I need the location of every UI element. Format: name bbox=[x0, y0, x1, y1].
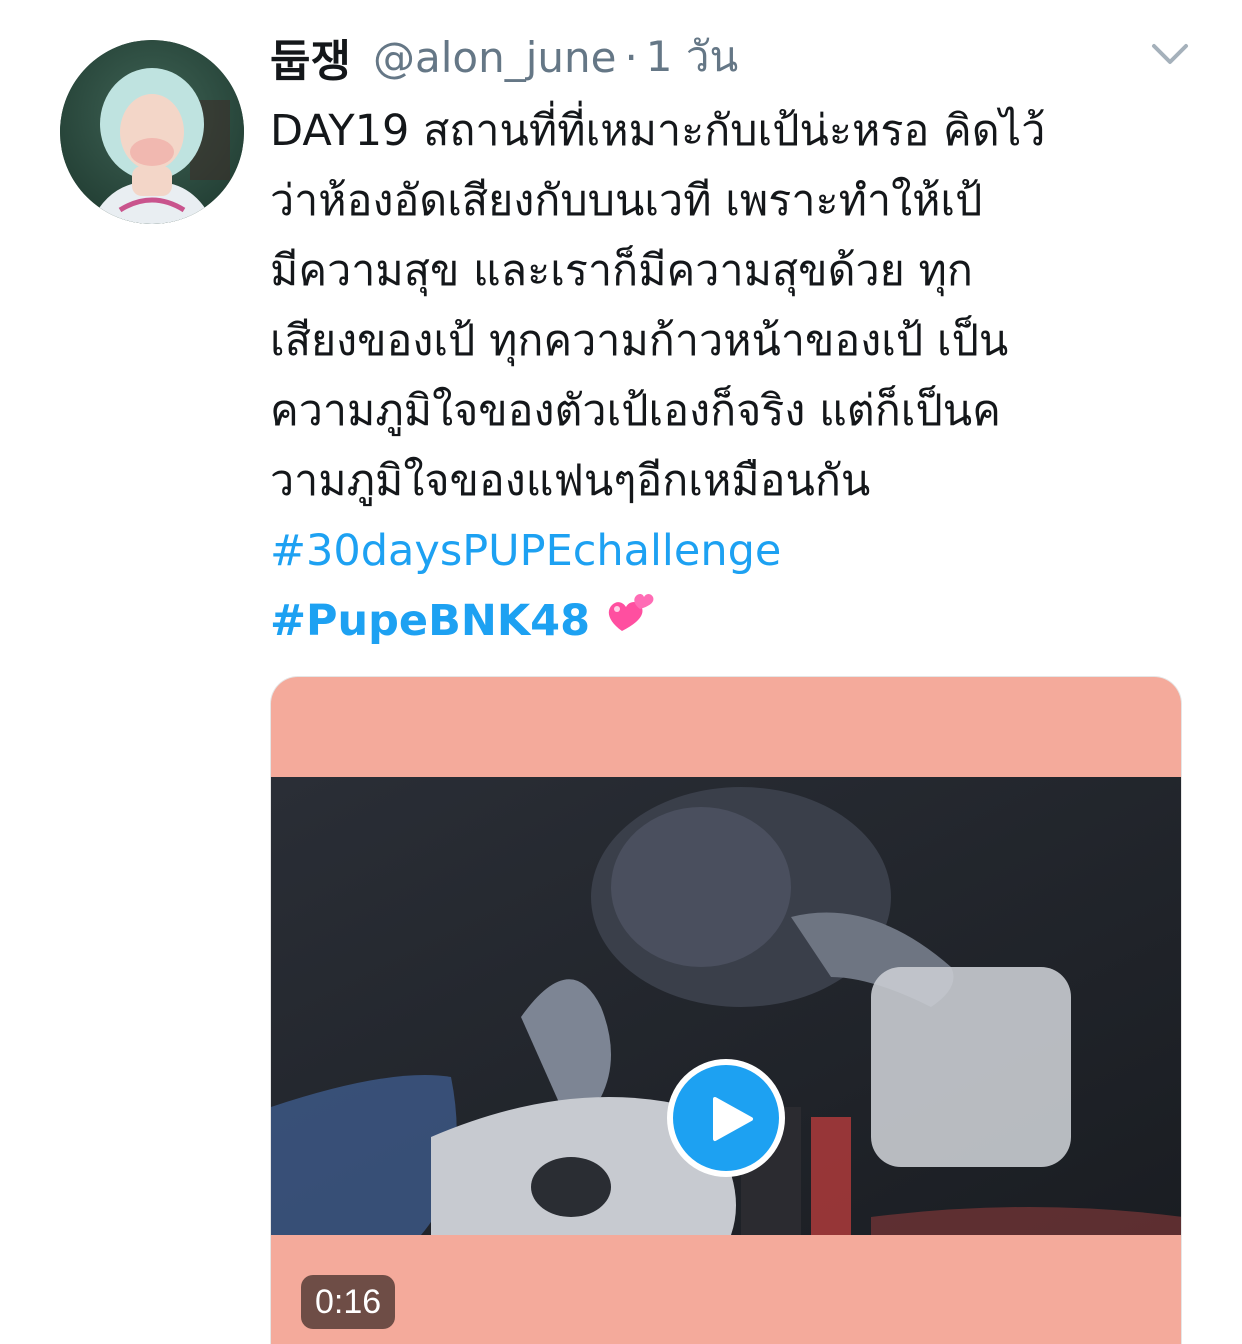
tweet-text-line: วามภูมิใจของแฟนๆอีกเหมือนกัน bbox=[270, 456, 871, 506]
display-name[interactable]: 둡쟁 bbox=[270, 25, 351, 89]
hashtag-link[interactable]: #30daysPUPEchallenge bbox=[270, 516, 1210, 586]
video-thumbnail[interactable] bbox=[271, 777, 1181, 1235]
tweet-text: DAY19 สถานที่ที่เหมาะกับเป้น่ะหรอ คิดไว้… bbox=[270, 96, 1210, 660]
timestamp[interactable]: 1 วัน bbox=[646, 24, 738, 90]
tweet-text-line: ว่าห้องอัดเสียงกับบนเวที เพราะทำให้เป้ bbox=[270, 176, 983, 226]
separator-dot: · bbox=[624, 32, 638, 82]
chevron-down-icon[interactable] bbox=[1148, 36, 1192, 72]
tweet-text-line: มีความสุข และเราก็มีความสุขด้วย ทุก bbox=[270, 246, 973, 296]
username-handle[interactable]: @alon_june bbox=[373, 33, 616, 82]
tweet-header: 둡쟁 @alon_june · 1 วัน bbox=[270, 22, 738, 92]
tweet-text-line: เสียงของเป้ ทุกความก้าวหน้าของเป้ เป็น bbox=[270, 316, 1009, 366]
two-hearts-icon bbox=[604, 587, 656, 660]
play-icon bbox=[713, 1097, 753, 1141]
video-card[interactable]: 0:16 bbox=[270, 676, 1182, 1344]
hashtag-line: #PupeBNK48 bbox=[270, 586, 1210, 660]
video-duration: 0:16 bbox=[301, 1275, 396, 1329]
tweet-text-line: DAY19 สถานที่ที่เหมาะกับเป้น่ะหรอ คิดไว้ bbox=[270, 106, 1046, 156]
hashtag-link[interactable]: #PupeBNK48 bbox=[270, 596, 590, 646]
avatar[interactable] bbox=[60, 40, 244, 224]
play-button[interactable] bbox=[667, 1059, 785, 1177]
tweet-text-line: ความภูมิใจของตัวเป้เองก็จริง แต่ก็เป็นค bbox=[270, 386, 1001, 436]
